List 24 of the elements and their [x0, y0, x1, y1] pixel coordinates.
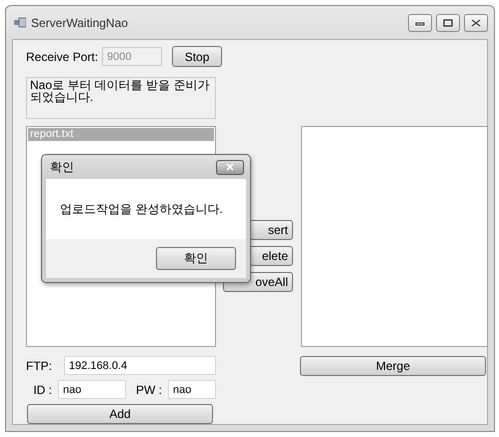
- close-icon: [225, 163, 235, 171]
- dialog-close-button[interactable]: [216, 160, 244, 174]
- id-label: ID :: [32, 382, 52, 396]
- add-button[interactable]: Add: [27, 404, 213, 424]
- dialog-title: 확인: [50, 158, 74, 176]
- ftp-field[interactable]: 192.168.0.4: [64, 356, 216, 375]
- ftp-label: FTP:: [26, 358, 53, 372]
- close-icon: [471, 18, 481, 26]
- status-message: Nao로 부터 데이터를 받을 준비가 되었습니다.: [26, 77, 216, 119]
- minimize-button[interactable]: [408, 14, 432, 32]
- merge-button[interactable]: Merge: [300, 356, 486, 376]
- dialog-message: 업로드작업을 완성하였습니다.: [60, 200, 223, 218]
- maximize-button[interactable]: [436, 14, 460, 32]
- port-label: Receive Port:: [26, 50, 98, 64]
- app-icon: [14, 16, 26, 28]
- ok-button[interactable]: 확인: [156, 247, 236, 270]
- pw-label: PW :: [135, 382, 162, 396]
- minimize-icon: [415, 20, 425, 26]
- close-button[interactable]: [464, 14, 488, 32]
- window-title: ServerWaitingNao: [31, 16, 129, 30]
- pw-field[interactable]: nao: [168, 380, 216, 399]
- maximize-icon: [443, 18, 453, 26]
- id-field[interactable]: nao: [58, 380, 126, 399]
- stop-button[interactable]: Stop: [172, 46, 222, 67]
